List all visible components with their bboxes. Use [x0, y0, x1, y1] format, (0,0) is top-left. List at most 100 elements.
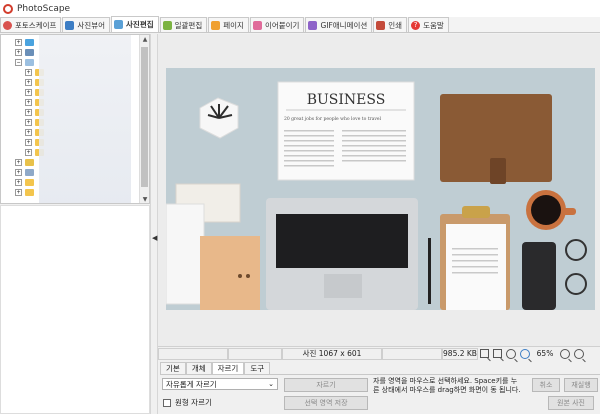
tab-photoscape[interactable]: 포토스케이프 [0, 17, 62, 32]
expand-icon[interactable]: + [15, 188, 22, 196]
tab-label: 사진뷰어 [77, 20, 106, 30]
fit-screen-icon[interactable] [480, 349, 489, 358]
tab-label: 사진편집 [126, 20, 154, 29]
tab-crop[interactable]: 자르기 [211, 362, 245, 374]
app-title: PhotoScape [17, 3, 71, 14]
expand-icon[interactable]: + [25, 108, 32, 116]
file-size: 985.2 KB [442, 347, 478, 360]
expand-icon[interactable]: + [25, 88, 32, 96]
collapse-left-icon[interactable]: ◀ [152, 234, 157, 242]
tab-label: GIF애니메이션 [320, 20, 368, 30]
tab-label: 일괄편집 [174, 20, 203, 30]
tree-scrollbar[interactable]: ▲ ▼ [139, 35, 149, 203]
tree-item[interactable]: + [15, 187, 34, 197]
tab-object[interactable]: 개체 [185, 362, 212, 374]
expand-icon[interactable]: + [15, 38, 22, 46]
tab-tools[interactable]: 도구 [244, 362, 271, 374]
photoscape-logo-icon [3, 3, 13, 14]
zoom-level: 65% [536, 349, 554, 358]
tab-label: 도움말 [423, 20, 444, 30]
tree-item[interactable]: + [15, 167, 34, 177]
tab-combine[interactable]: 이어붙이기 [249, 17, 305, 32]
status-cell-empty [158, 347, 228, 360]
folder-tree[interactable]: + + − + + + + + + + + + + + + + ▲ ▼ [0, 34, 150, 204]
cloud-folder-icon [25, 38, 34, 46]
tree-labels-obscured [39, 35, 131, 203]
library-folder-icon [25, 158, 34, 166]
expand-icon[interactable]: + [15, 178, 22, 186]
round-crop-option[interactable]: 원형 자르기 [163, 397, 212, 408]
thumbnail-panel[interactable] [0, 205, 150, 414]
folder-icon [25, 178, 34, 186]
crop-panel: 자유롭게 자르기 ⌄ 원형 자르기 자르기 선택 영역 저장 자를 영역을 마우… [160, 374, 600, 414]
photoscape-icon [3, 20, 12, 30]
folder-icon [25, 188, 34, 196]
edited-photo[interactable]: BUSINESS 20 great jobs for people who lo… [166, 68, 595, 310]
panel-splitter[interactable]: ◀ [150, 34, 158, 414]
chevron-down-icon: ⌄ [268, 380, 274, 388]
tab-gif-animation[interactable]: GIF애니메이션 [305, 17, 373, 32]
title-bar: PhotoScape [0, 0, 600, 17]
crop-button[interactable]: 자르기 [284, 378, 368, 392]
tab-label: 포토스케이프 [15, 20, 57, 30]
expand-icon[interactable]: + [15, 158, 22, 166]
status-cell-empty [228, 347, 282, 360]
tab-label: 인쇄 [388, 20, 403, 30]
zoom-out-icon[interactable] [574, 348, 584, 359]
status-cell-empty [382, 347, 442, 360]
expand-icon[interactable]: + [25, 148, 32, 156]
round-crop-label: 원형 자르기 [175, 398, 212, 407]
photo-scene: BUSINESS 20 great jobs for people who lo… [166, 68, 595, 310]
newspaper-headline: 20 great jobs for people who love to tra… [284, 116, 382, 122]
redo-button[interactable]: 재실행 [564, 378, 598, 392]
expand-icon[interactable]: + [25, 138, 32, 146]
crop-help-text: 자를 영역을 마우스로 선택하세요. Space키를 누른 상태에서 마우스를 … [373, 377, 521, 394]
cancel-button[interactable]: 취소 [532, 378, 560, 392]
newspaper-title: BUSINESS [307, 92, 386, 108]
tree-item[interactable]: − [15, 57, 34, 67]
main-tab-bar: 포토스케이프 사진뷰어 사진편집 일괄편집 페이지 이어붙이기 GIF애니메이션… [0, 16, 600, 33]
original-photo-button[interactable]: 원본 사진 [548, 396, 594, 410]
image-dimensions: 사진 1067 x 601 [282, 347, 382, 360]
crop-mode-select[interactable]: 자유롭게 자르기 ⌄ [162, 378, 278, 390]
scrollbar-thumb[interactable] [141, 47, 148, 187]
tree-item[interactable]: + [15, 47, 34, 57]
expand-icon[interactable]: + [25, 128, 32, 136]
scroll-up-icon[interactable]: ▲ [141, 36, 149, 44]
actual-size-icon[interactable] [493, 349, 502, 358]
round-crop-checkbox[interactable] [163, 398, 171, 407]
tab-label: 이어붙이기 [264, 20, 300, 30]
zoom-selected-icon[interactable] [520, 348, 530, 359]
expand-icon[interactable]: + [25, 98, 32, 106]
tab-basic[interactable]: 기본 [160, 362, 186, 374]
print-icon [376, 20, 386, 30]
edit-tabs: 기본 개체 자르기 도구 [160, 362, 271, 374]
collapse-icon[interactable]: − [15, 58, 22, 66]
expand-icon[interactable]: + [25, 78, 32, 86]
tab-print[interactable]: 인쇄 [373, 17, 408, 32]
scroll-down-icon[interactable]: ▼ [141, 196, 149, 203]
network-folder-icon [25, 168, 34, 176]
tab-editor[interactable]: 사진편집 [111, 16, 159, 32]
expand-icon[interactable]: + [25, 118, 32, 126]
page-icon [211, 20, 221, 30]
tree-item[interactable]: + [15, 157, 34, 167]
zoom-in-icon[interactable] [560, 348, 570, 359]
help-icon: ? [411, 20, 421, 30]
zoom-fit-icon[interactable] [506, 348, 516, 359]
tab-page[interactable]: 페이지 [208, 17, 249, 32]
expand-icon[interactable]: + [15, 48, 22, 56]
tab-help[interactable]: ? 도움말 [408, 17, 449, 32]
tree-item[interactable]: + [15, 37, 34, 47]
crop-mode-value: 자유롭게 자르기 [166, 379, 217, 389]
tab-batch-editor[interactable]: 일괄편집 [159, 17, 208, 32]
viewer-icon [65, 20, 75, 30]
expand-icon[interactable]: + [25, 68, 32, 76]
expand-icon[interactable]: + [15, 168, 22, 176]
batch-icon [162, 20, 172, 30]
tree-item[interactable]: + [15, 177, 34, 187]
save-selection-button[interactable]: 선택 영역 저장 [284, 396, 368, 410]
combine-icon [252, 20, 262, 30]
image-canvas[interactable]: BUSINESS 20 great jobs for people who lo… [158, 34, 600, 346]
tab-viewer[interactable]: 사진뷰어 [62, 17, 111, 32]
